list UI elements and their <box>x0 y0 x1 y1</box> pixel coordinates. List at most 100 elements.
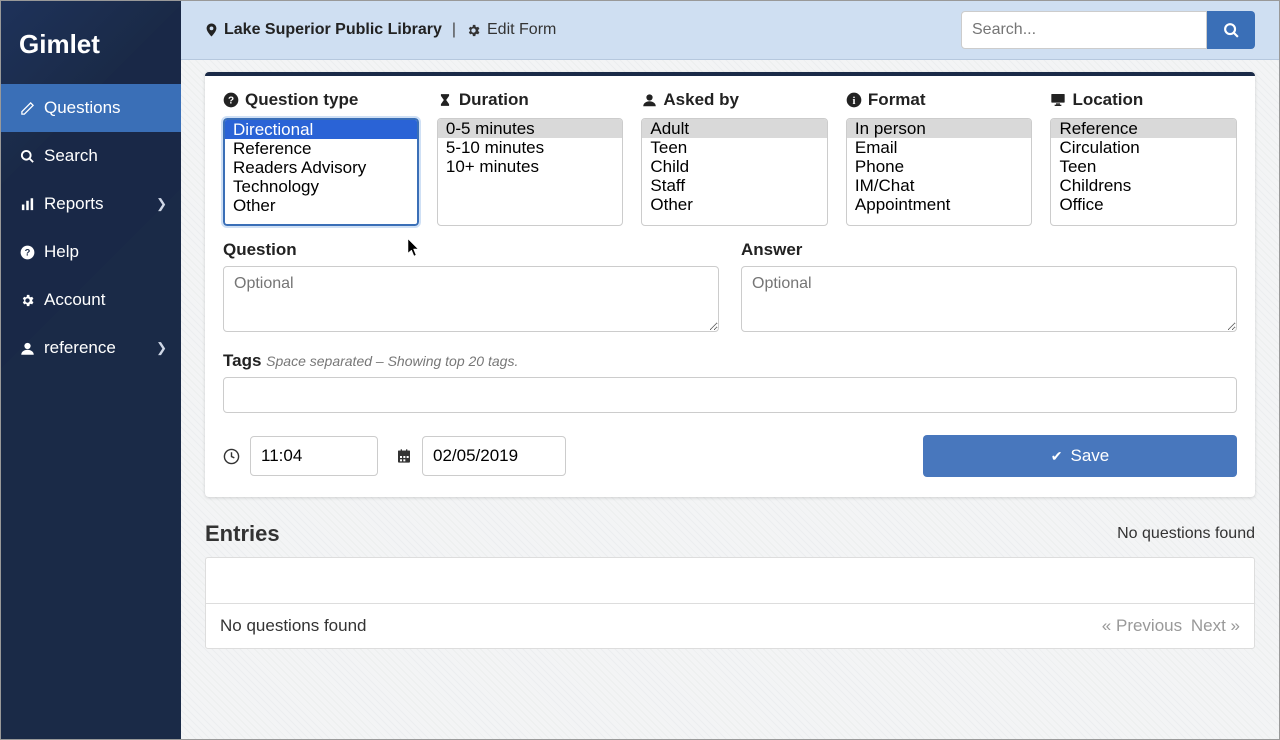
prev-link[interactable]: « Previous <box>1102 616 1182 635</box>
sidebar-item-reference[interactable]: reference❯ <box>1 324 181 372</box>
search-icon <box>1223 22 1240 39</box>
tags-input[interactable] <box>223 377 1237 413</box>
map-pin-icon <box>205 22 218 38</box>
edit-form-label: Edit Form <box>487 21 556 39</box>
main: Lake Superior Public Library | Edit Form… <box>181 1 1279 739</box>
tags-label: Tags Space separated – Showing top 20 ta… <box>223 351 1237 371</box>
sidebar-item-help[interactable]: ? Help <box>1 228 181 276</box>
sidebar-item-search[interactable]: Search <box>1 132 181 180</box>
monitor-icon <box>1050 92 1066 108</box>
answer-label: Answer <box>741 240 1237 260</box>
chevron-right-icon: ❯ <box>156 196 167 212</box>
field-label: Location <box>1050 90 1237 110</box>
sidebar-item-account[interactable]: Account <box>1 276 181 324</box>
option[interactable]: Directional <box>225 120 417 139</box>
calendar-icon <box>396 448 412 464</box>
check-icon: ✔ <box>1051 448 1063 465</box>
sidebar: Gimlet Questions Search Reports ❯? Help Accou… <box>1 1 181 739</box>
brand-title: Gimlet <box>1 1 181 84</box>
option[interactable]: 5-10 minutes <box>438 138 623 157</box>
option[interactable]: Teen <box>642 138 827 157</box>
option[interactable]: Appointment <box>847 195 1032 214</box>
option[interactable]: Technology <box>225 177 417 196</box>
edit-icon <box>19 100 35 116</box>
question-label: Question <box>223 240 719 260</box>
option[interactable]: Adult <box>642 119 827 138</box>
entries-header: Entries No questions found <box>205 521 1255 547</box>
option[interactable]: Office <box>1051 195 1236 214</box>
topbar: Lake Superior Public Library | Edit Form <box>181 1 1279 60</box>
option[interactable]: 0-5 minutes <box>438 119 623 138</box>
svg-text:i: i <box>852 96 855 107</box>
bar-chart-icon <box>19 196 35 212</box>
option[interactable]: IM/Chat <box>847 176 1032 195</box>
listbox-question-type[interactable]: DirectionalReferenceReaders AdvisoryTech… <box>223 118 419 226</box>
entries-summary: No questions found <box>1117 525 1255 543</box>
option[interactable]: Reference <box>225 139 417 158</box>
field-label: iFormat <box>846 90 1033 110</box>
question-circle-icon: ? <box>19 244 35 260</box>
option[interactable]: Staff <box>642 176 827 195</box>
branch-name: Lake Superior Public Library <box>224 21 442 39</box>
listbox-format[interactable]: In personEmailPhoneIM/ChatAppointment <box>846 118 1033 226</box>
answer-input[interactable] <box>741 266 1237 332</box>
listbox-location[interactable]: ReferenceCirculationTeenChildrensOffice <box>1050 118 1237 226</box>
sidebar-item-label: Questions <box>44 98 121 118</box>
question-input[interactable] <box>223 266 719 332</box>
gear-icon <box>19 292 35 308</box>
entries-empty-area <box>206 558 1254 604</box>
listbox-asked-by[interactable]: AdultTeenChildStaffOther <box>641 118 828 226</box>
question-circle-icon: ? <box>223 92 239 108</box>
sidebar-item-label: Help <box>44 242 79 262</box>
search-box <box>961 11 1255 49</box>
option[interactable]: Reference <box>1051 119 1236 138</box>
field-label: ?Question type <box>223 90 419 110</box>
entries-empty-text: No questions found <box>220 616 367 636</box>
option[interactable]: 10+ minutes <box>438 157 623 176</box>
question-form-card: ?Question typeDirectionalReferenceReader… <box>205 72 1255 497</box>
edit-form-link[interactable]: Edit Form <box>466 21 556 39</box>
sidebar-item-label: Reports <box>44 194 104 214</box>
option[interactable]: Child <box>642 157 827 176</box>
option[interactable]: Readers Advisory <box>225 158 417 177</box>
tags-hint: Space separated – Showing top 20 tags. <box>266 353 518 369</box>
divider: | <box>452 21 456 39</box>
sidebar-item-questions[interactable]: Questions <box>1 84 181 132</box>
user-icon <box>19 340 35 356</box>
sidebar-item-label: Account <box>44 290 105 310</box>
pagination: « Previous Next » <box>1102 616 1240 636</box>
branch[interactable]: Lake Superior Public Library <box>205 21 442 39</box>
info-circle-icon: i <box>846 92 862 108</box>
option[interactable]: Email <box>847 138 1032 157</box>
entries-box: No questions found « Previous Next » <box>205 557 1255 649</box>
save-label: Save <box>1070 446 1109 466</box>
option[interactable]: Phone <box>847 157 1032 176</box>
field-label: Asked by <box>641 90 828 110</box>
user-icon <box>641 92 657 108</box>
date-input[interactable] <box>422 436 566 476</box>
hourglass-icon <box>437 92 453 108</box>
option[interactable]: Other <box>225 196 417 215</box>
listbox-duration[interactable]: 0-5 minutes5-10 minutes10+ minutes <box>437 118 624 226</box>
clock-icon <box>223 448 240 465</box>
search-button[interactable] <box>1207 11 1255 49</box>
svg-text:?: ? <box>228 95 234 106</box>
option[interactable]: Circulation <box>1051 138 1236 157</box>
content: ?Question typeDirectionalReferenceReader… <box>181 60 1279 673</box>
gear-icon <box>466 23 481 38</box>
next-link[interactable]: Next » <box>1191 616 1240 635</box>
time-input[interactable] <box>250 436 378 476</box>
field-label: Duration <box>437 90 624 110</box>
option[interactable]: Teen <box>1051 157 1236 176</box>
sidebar-item-label: reference <box>44 338 116 358</box>
sidebar-item-reports[interactable]: Reports ❯ <box>1 180 181 228</box>
option[interactable]: Childrens <box>1051 176 1236 195</box>
search-icon <box>19 148 35 164</box>
save-button[interactable]: ✔ Save <box>923 435 1237 477</box>
option[interactable]: In person <box>847 119 1032 138</box>
search-input[interactable] <box>961 11 1207 49</box>
svg-text:?: ? <box>24 247 30 257</box>
option[interactable]: Other <box>642 195 827 214</box>
entries-title: Entries <box>205 521 280 547</box>
sidebar-item-label: Search <box>44 146 98 166</box>
